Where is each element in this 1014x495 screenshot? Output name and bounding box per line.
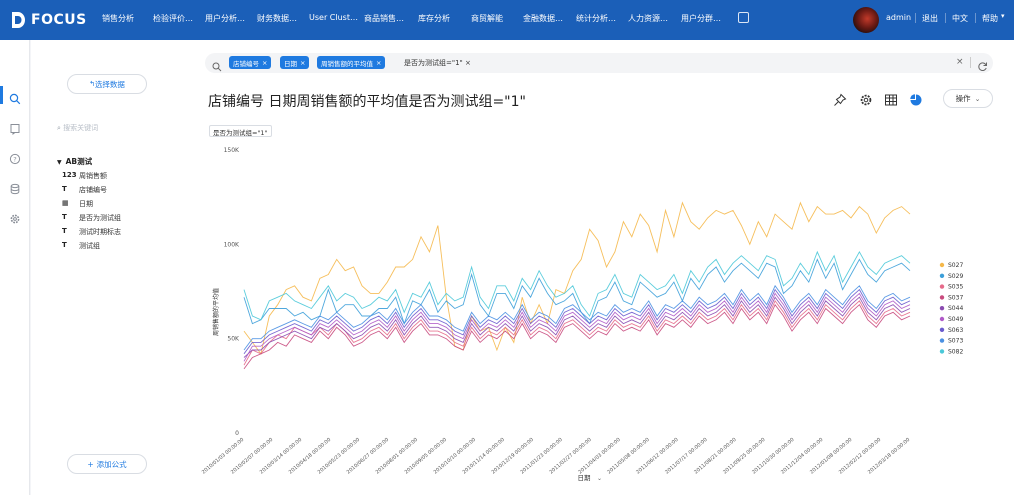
gear-icon[interactable] [9, 210, 21, 224]
close-icon[interactable]: × [262, 59, 267, 67]
dataset-node[interactable]: ▼ AB测试 [57, 156, 92, 167]
database-icon[interactable] [9, 180, 21, 195]
nav-item-product-sales[interactable]: 商品销售… [364, 13, 404, 24]
text-type-icon: T [62, 227, 67, 235]
field-item[interactable]: T 测试时期标志 [62, 227, 121, 237]
active-filter-badge[interactable]: 是否为测试组="1" [209, 125, 272, 137]
nav-item-user-segment[interactable]: 用户分群… [681, 13, 721, 24]
calendar-icon: ▦ [62, 199, 69, 207]
divider [945, 13, 946, 23]
logout-link[interactable]: 退出 [922, 13, 938, 24]
close-icon[interactable]: × [465, 59, 471, 67]
text-type-icon: T [62, 241, 67, 249]
divider [975, 13, 976, 23]
search-icon: ⌕ [57, 124, 61, 132]
operations-label: 操作 [955, 94, 971, 103]
field-search-placeholder: 搜索关键词 [63, 124, 99, 132]
field-search-input[interactable]: ⌕ 搜索关键词 [57, 123, 183, 135]
divider [970, 57, 971, 68]
caret-down-icon: ▼ [57, 159, 62, 166]
clear-icon[interactable]: × [956, 57, 964, 67]
field-label: 测试时期标志 [79, 228, 121, 236]
close-icon[interactable]: × [300, 59, 305, 67]
field-label: 日期 [79, 200, 93, 208]
logo-text: FOCUS [31, 12, 87, 28]
select-data-button[interactable]: ↰ 选择数据 [67, 74, 147, 94]
help-link[interactable]: 帮助 [982, 13, 998, 24]
select-data-label: 选择数据 [94, 79, 125, 89]
field-item[interactable]: T 测试组 [62, 241, 100, 251]
nav-item-sales[interactable]: 销售分析 [102, 13, 134, 24]
nav-item-hr[interactable]: 人力资源… [628, 13, 668, 24]
field-label: 是否为测试组 [79, 214, 121, 222]
chevron-down-icon: ⌄ [974, 94, 981, 103]
bookmark-icon[interactable] [9, 120, 21, 135]
nav-item-inventory[interactable]: 库存分析 [418, 13, 450, 24]
field-type-icon: 123 [62, 171, 77, 179]
filter-chip[interactable]: 日期 × [280, 56, 310, 69]
filter-chip[interactable]: 周销售额的平均值 × [317, 56, 386, 69]
field-label: 测试组 [79, 242, 100, 250]
field-item[interactable]: T 店铺编号 [62, 185, 107, 195]
search-icon [212, 57, 222, 76]
text-type-icon: T [62, 185, 67, 193]
nav-item-finance[interactable]: 财务数据… [257, 13, 297, 24]
logo-icon [10, 11, 26, 29]
filter-text[interactable]: 是否为测试组="1" × [404, 58, 471, 68]
field-item[interactable]: ▦ 日期 [62, 199, 93, 209]
nav-item-inspection[interactable]: 检验评价… [153, 13, 193, 24]
nav-item-user-cluster[interactable]: User Clust… [309, 13, 358, 22]
field-label: 周销售额 [79, 172, 107, 180]
close-icon[interactable]: × [376, 59, 381, 67]
nav-item-finance-data[interactable]: 金融数据… [523, 13, 563, 24]
nav-item-trade[interactable]: 商贸解能 [471, 13, 503, 24]
svg-text:?: ? [13, 155, 16, 163]
nav-item-statistics[interactable]: 统计分析… [576, 13, 616, 24]
top-navbar: FOCUS 销售分析 检验评价… 用户分析… 财务数据… User Clust…… [0, 0, 1014, 40]
chip-label: 店铺编号 [233, 59, 259, 68]
nav-item-user-analysis[interactable]: 用户分析… [205, 13, 245, 24]
settings-icon[interactable] [859, 92, 873, 106]
page-title: 店铺编号 日期周销售额的平均值是否为测试组="1" [208, 94, 526, 110]
chip-label: 周销售额的平均值 [321, 59, 373, 68]
divider [915, 13, 916, 23]
filter-text-value: 是否为测试组="1" [404, 59, 463, 67]
text-type-icon: T [62, 213, 67, 221]
plus-icon: + [87, 459, 94, 469]
field-item[interactable]: T 是否为测试组 [62, 213, 121, 223]
chart-view-icon[interactable] [909, 92, 923, 106]
question-icon[interactable]: ? [9, 150, 21, 165]
username[interactable]: admin [886, 13, 911, 22]
rail-active-indicator [0, 86, 3, 104]
avatar[interactable] [853, 7, 879, 33]
field-label: 店铺编号 [79, 186, 107, 194]
language-link[interactable]: 中文 [952, 13, 968, 24]
logo[interactable]: FOCUS [10, 10, 87, 30]
pin-icon[interactable] [833, 92, 847, 106]
refresh-icon[interactable] [977, 57, 988, 76]
edit-nav-icon[interactable] [738, 12, 749, 23]
table-view-icon[interactable] [884, 92, 898, 106]
operations-dropdown[interactable]: 操作 ⌄ [943, 89, 993, 108]
help-chevron-icon[interactable]: ▾ [1001, 12, 1005, 20]
filter-chip[interactable]: 店铺编号 × [229, 56, 272, 69]
field-item[interactable]: 123 周销售额 [62, 171, 107, 181]
add-formula-label: 添加公式 [96, 459, 127, 469]
add-formula-button[interactable]: + 添加公式 [67, 454, 147, 474]
data-panel [31, 40, 193, 495]
dataset-name: AB测试 [65, 157, 93, 166]
icon-rail: ? [0, 40, 30, 495]
chip-label: 日期 [284, 59, 297, 68]
search-icon[interactable] [9, 90, 21, 105]
